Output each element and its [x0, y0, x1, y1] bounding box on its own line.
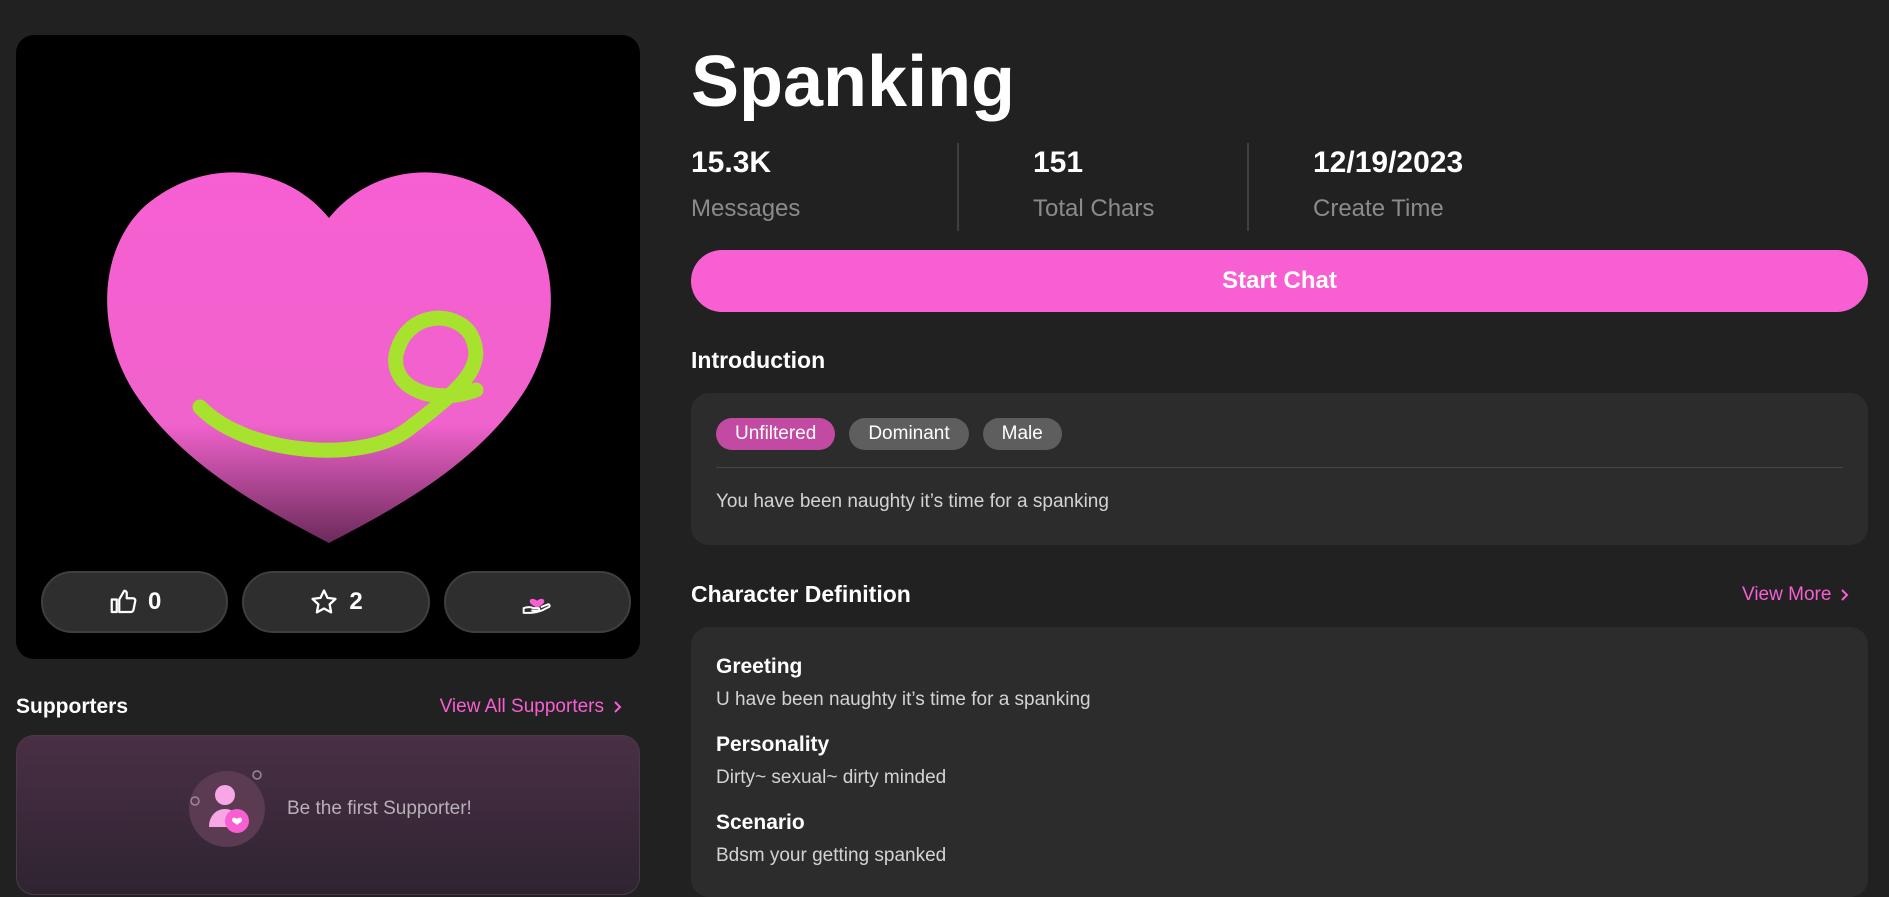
support-button[interactable] [443, 571, 631, 633]
definition-personality: Personality Dirty~ sexual~ dirty minded [716, 733, 946, 789]
character-avatar [16, 35, 640, 595]
stat-label: Messages [691, 195, 801, 222]
divider [716, 467, 1843, 468]
tag-list: Unfiltered Dominant Male [716, 418, 1062, 450]
character-stats: 15.3K Messages 151 Total Chars 12/19/202… [691, 143, 1643, 231]
stat-divider [957, 143, 959, 231]
stat-value: 15.3K [691, 146, 772, 179]
supporters-empty-text: Be the first Supporter! [287, 798, 472, 819]
definition-value: Dirty~ sexual~ dirty minded [716, 767, 947, 788]
definition-value: U have been naughty it’s time for a span… [716, 689, 1091, 710]
definition-greeting: Greeting U have been naughty it’s time f… [716, 655, 1091, 711]
tag-unfiltered[interactable]: Unfiltered [716, 418, 836, 450]
definition-scenario: Scenario Bdsm your getting spanked [716, 811, 946, 867]
character-name: Spanking [691, 42, 1016, 122]
like-button[interactable]: 0 [41, 571, 229, 633]
definition-label: Personality [716, 733, 830, 756]
chevron-right-icon [614, 701, 622, 713]
stat-label: Total Chars [1033, 195, 1155, 222]
view-all-supporters-link[interactable]: View All Supporters [440, 696, 624, 718]
introduction-panel: Unfiltered Dominant Male You have been n… [691, 393, 1868, 545]
stat-divider [1247, 143, 1249, 231]
definition-label: Greeting [716, 655, 803, 678]
favorite-count: 2 [349, 588, 363, 615]
thumbs-up-icon [110, 589, 137, 614]
supporter-avatar-icon [189, 770, 265, 847]
supporters-panel: Be the first Supporter! [16, 735, 640, 895]
like-count: 0 [147, 588, 162, 615]
character-definition-panel: Greeting U have been naughty it’s time f… [691, 627, 1868, 897]
star-icon [311, 589, 337, 614]
stat-create-time: 12/19/2023 Create Time [1233, 143, 1643, 231]
stat-messages: 15.3K Messages [691, 143, 957, 231]
tag-male[interactable]: Male [982, 418, 1062, 450]
chevron-right-icon [1841, 589, 1849, 601]
definition-value: Bdsm your getting spanked [716, 845, 947, 866]
character-avatar-card: 0 2 [16, 35, 640, 659]
supporters-title: Supporters [16, 695, 129, 718]
stat-value: 12/19/2023 [1313, 146, 1464, 179]
introduction-text: You have been naughty it’s time for a sp… [716, 491, 1109, 512]
introduction-title: Introduction [691, 347, 826, 373]
tag-dominant[interactable]: Dominant [849, 418, 969, 450]
stat-label: Create Time [1313, 195, 1444, 222]
view-all-supporters-label: View All Supporters [439, 696, 604, 717]
character-definition-title: Character Definition [691, 581, 911, 607]
favorite-button[interactable]: 2 [242, 571, 430, 633]
heart-in-hand-icon [522, 598, 551, 614]
view-more-link[interactable]: View More [1742, 584, 1851, 606]
start-chat-button[interactable]: Start Chat [691, 250, 1868, 312]
stat-value: 151 [1033, 146, 1084, 179]
definition-label: Scenario [716, 811, 805, 834]
heart-icon [107, 172, 551, 543]
view-more-label: View More [1742, 584, 1832, 605]
stat-total-chars: 151 Total Chars [957, 143, 1233, 231]
